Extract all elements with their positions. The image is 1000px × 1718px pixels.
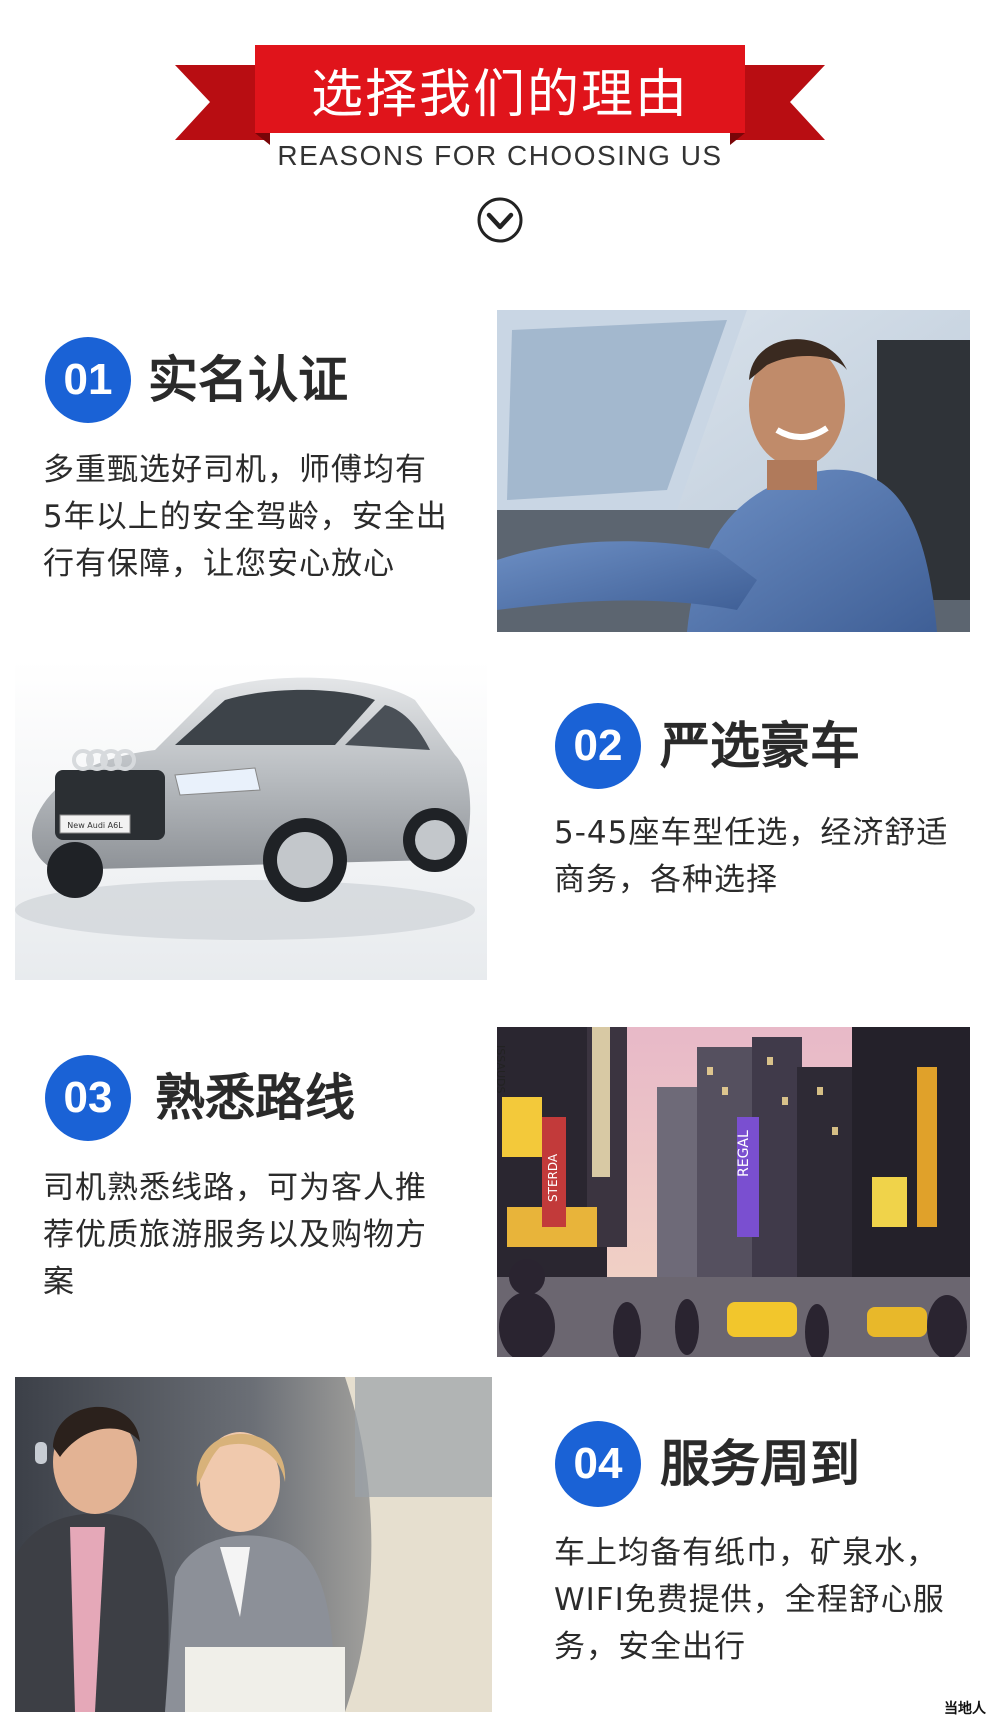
section-3-title: 熟悉路线 (155, 1069, 355, 1127)
section-4-number-badge: 04 (555, 1421, 641, 1507)
silver-sedan-photo: New Audi A6L (15, 660, 487, 980)
section-1-desc-line: 行有保障，让您安心放心 (43, 546, 395, 582)
section-2-desc-line: 5-45座车型任选，经济舒适 (554, 815, 949, 851)
chevron-down-circle-icon (477, 197, 523, 243)
footer-watermark: 当地人 (944, 1701, 986, 1717)
smiling-driver-photo (497, 310, 970, 632)
section-1-desc-line: 多重甄选好司机，师傅均有 (43, 452, 427, 488)
section-3-number-badge: 03 (45, 1055, 131, 1141)
section-3-desc-line: 司机熟悉线路，可为客人推 (43, 1170, 427, 1206)
section-2-title: 严选豪车 (660, 717, 860, 775)
section-1-desc-line: 5年以上的安全驾龄，安全出 (43, 499, 448, 535)
section-4-title: 服务周到 (660, 1435, 860, 1493)
section-3-desc-line: 荐优质旅游服务以及购物方 (43, 1217, 427, 1253)
issauds-sign: ISSAUDS (497, 1045, 507, 1093)
page-subtitle: REASONS FOR CHOOSING US (277, 140, 723, 171)
section-1-title: 实名认证 (148, 351, 348, 409)
section-4-desc-line: 务，安全出行 (554, 1629, 746, 1665)
section-3-desc-line: 案 (43, 1264, 75, 1300)
section-3-description: 司机熟悉线路，可为客人推 荐优质旅游服务以及购物方 案 (43, 1165, 427, 1306)
section-1-description: 多重甄选好司机，师傅均有 5年以上的安全驾龄，安全出 行有保障，让您安心放心 (43, 447, 448, 588)
section-2-description: 5-45座车型任选，经济舒适 商务，各种选择 (554, 810, 948, 904)
city-street-photo: REGAL STERDA ISSAUDS (497, 1027, 970, 1357)
section-2-desc-line: 商务，各种选择 (554, 862, 778, 898)
section-4-desc-line: WIFI免费提供，全程舒心服 (554, 1582, 945, 1618)
section-4-description: 车上均备有纸巾，矿泉水， WIFI免费提供，全程舒心服 务，安全出行 (554, 1530, 945, 1671)
regal-sign: REGAL (736, 1130, 752, 1177)
sterda-sign: STERDA (546, 1153, 560, 1202)
section-1-number-badge: 01 (45, 337, 131, 423)
business-passengers-photo (15, 1377, 492, 1712)
section-2-number-badge: 02 (555, 703, 641, 789)
license-plate-text: New Audi A6L (67, 821, 123, 830)
section-4-desc-line: 车上均备有纸巾，矿泉水， (554, 1535, 938, 1571)
page-title: 选择我们的理由 (310, 65, 689, 125)
